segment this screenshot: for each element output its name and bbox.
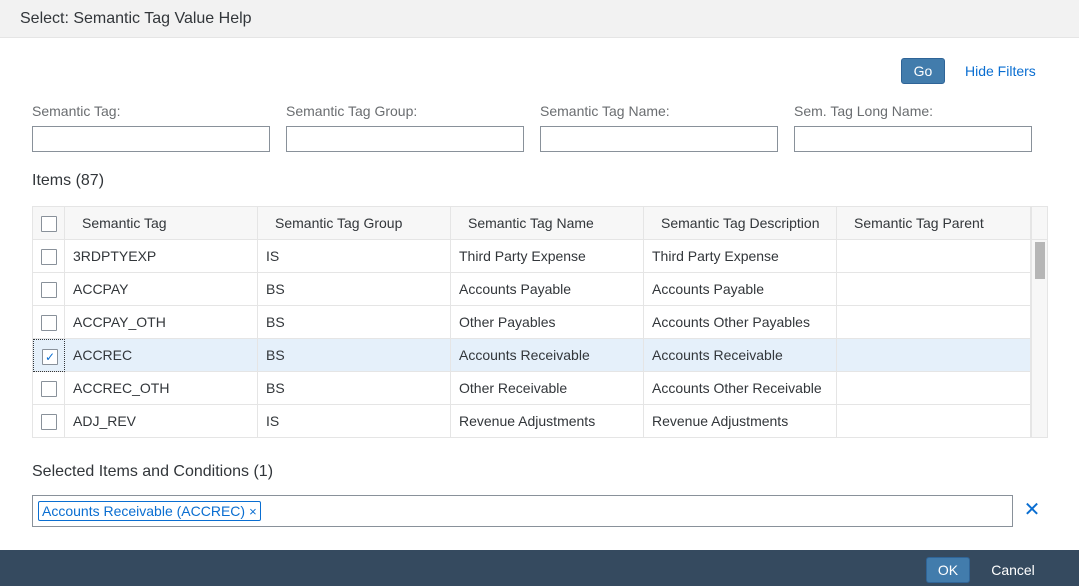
table-scrollbar[interactable] <box>1031 240 1047 437</box>
table-row[interactable]: ADJ_REV IS Revenue Adjustments Revenue Adju… <box>33 405 1031 437</box>
items-table: Semantic Tag Semantic Tag Group Semantic… <box>32 206 1048 438</box>
row-checkbox-cell: ✓ <box>33 339 65 372</box>
token-remove-icon[interactable]: × <box>249 503 257 521</box>
clear-selection-icon[interactable]: ✕ <box>1022 500 1042 520</box>
scrollbar-thumb[interactable] <box>1035 242 1045 279</box>
cell-semantic-tag-description: Third Party Expense <box>644 240 837 273</box>
semantic-tag-group-input[interactable] <box>286 126 524 152</box>
table-row[interactable]: ACCREC_OTH BS Other Receivable Accounts Oth… <box>33 372 1031 405</box>
cell-semantic-tag-description: Accounts Receivable <box>644 339 837 372</box>
cell-semantic-tag-name: Other Payables <box>451 306 644 339</box>
row-checkbox[interactable]: ✓ <box>42 349 58 365</box>
cell-semantic-tag-name: Third Party Expense <box>451 240 644 273</box>
cell-semantic-tag-name: Other Receivable <box>451 372 644 405</box>
filter-label-sem-tag-long-name: Sem. Tag Long Name: <box>794 103 934 119</box>
cell-semantic-tag: ACCPAY_OTH <box>65 306 258 339</box>
column-header-semantic-tag-name[interactable]: Semantic Tag Name <box>451 207 644 240</box>
dialog-title: Select: Semantic Tag Value Help <box>20 10 252 27</box>
filter-label-semantic-tag: Semantic Tag: <box>32 103 121 119</box>
selected-token[interactable]: Accounts Receivable (ACCREC) × <box>38 501 261 521</box>
table-row[interactable]: 3RDPTYEXP IS Third Party Expense Third Part… <box>33 240 1031 273</box>
cell-semantic-tag-parent <box>837 240 1031 273</box>
selected-tokens-field[interactable]: Accounts Receivable (ACCREC) × <box>32 495 1013 527</box>
select-all-checkbox[interactable] <box>41 216 57 232</box>
row-checkbox-cell <box>33 306 65 339</box>
filter-label-semantic-tag-name: Semantic Tag Name: <box>540 103 670 119</box>
column-header-semantic-tag-group[interactable]: Semantic Tag Group <box>258 207 451 240</box>
scrollbar-header-spacer <box>1031 207 1047 240</box>
row-checkbox[interactable] <box>41 282 57 298</box>
cell-semantic-tag-name: Revenue Adjustments <box>451 405 644 437</box>
cell-semantic-tag-parent <box>837 273 1031 306</box>
cell-semantic-tag-group: BS <box>258 339 451 372</box>
cell-semantic-tag-description: Accounts Payable <box>644 273 837 306</box>
cell-semantic-tag-parent <box>837 372 1031 405</box>
row-checkbox-cell <box>33 372 65 405</box>
cell-semantic-tag-group: IS <box>258 405 451 437</box>
select-all-cell <box>33 207 65 240</box>
cell-semantic-tag-description: Accounts Other Payables <box>644 306 837 339</box>
hide-filters-link[interactable]: Hide Filters <box>965 63 1036 79</box>
table-row[interactable]: ACCPAY_OTH BS Other Payables Accounts Other… <box>33 306 1031 339</box>
cell-semantic-tag-group: BS <box>258 306 451 339</box>
column-header-semantic-tag-parent[interactable]: Semantic Tag Parent <box>837 207 1031 240</box>
cell-semantic-tag: ADJ_REV <box>65 405 258 437</box>
row-checkbox[interactable] <box>41 315 57 331</box>
cell-semantic-tag-parent <box>837 339 1031 372</box>
items-title: Items (87) <box>32 172 105 189</box>
cell-semantic-tag-parent <box>837 306 1031 339</box>
dialog-footer: OK Cancel <box>0 550 1079 586</box>
selected-items-title: Selected Items and Conditions (1) <box>32 463 274 480</box>
column-header-semantic-tag[interactable]: Semantic Tag <box>65 207 258 240</box>
cell-semantic-tag-name: Accounts Receivable <box>451 339 644 372</box>
go-button[interactable]: Go <box>901 58 945 84</box>
ok-button[interactable]: OK <box>926 557 970 583</box>
table-row[interactable]: ✓ ACCREC BS Accounts Receivable Accounts Rec… <box>33 339 1031 372</box>
sem-tag-long-name-input[interactable] <box>794 126 1032 152</box>
cell-semantic-tag-description: Revenue Adjustments <box>644 405 837 437</box>
cell-semantic-tag-description: Accounts Other Receivable <box>644 372 837 405</box>
cell-semantic-tag-parent <box>837 405 1031 437</box>
cell-semantic-tag: ACCREC_OTH <box>65 372 258 405</box>
semantic-tag-name-input[interactable] <box>540 126 778 152</box>
table-header: Semantic Tag Semantic Tag Group Semantic… <box>33 207 1031 240</box>
cell-semantic-tag-group: BS <box>258 372 451 405</box>
row-checkbox-cell <box>33 240 65 273</box>
dialog-header: Select: Semantic Tag Value Help <box>0 0 1079 38</box>
cell-semantic-tag: ACCREC <box>65 339 258 372</box>
semantic-tag-input[interactable] <box>32 126 270 152</box>
row-checkbox[interactable] <box>41 414 57 430</box>
row-checkbox[interactable] <box>41 249 57 265</box>
cell-semantic-tag-group: IS <box>258 240 451 273</box>
row-checkbox[interactable] <box>41 381 57 397</box>
cell-semantic-tag-name: Accounts Payable <box>451 273 644 306</box>
column-header-semantic-tag-description[interactable]: Semantic Tag Description <box>644 207 837 240</box>
cell-semantic-tag: 3RDPTYEXP <box>65 240 258 273</box>
cell-semantic-tag: ACCPAY <box>65 273 258 306</box>
selected-token-label: Accounts Receivable (ACCREC) <box>42 503 246 519</box>
row-checkbox-cell <box>33 273 65 306</box>
cancel-button[interactable]: Cancel <box>985 557 1041 583</box>
filter-label-semantic-tag-group: Semantic Tag Group: <box>286 103 418 119</box>
row-checkbox-cell <box>33 405 65 437</box>
cell-semantic-tag-group: BS <box>258 273 451 306</box>
table-row[interactable]: ACCPAY BS Accounts Payable Accounts Payable <box>33 273 1031 306</box>
